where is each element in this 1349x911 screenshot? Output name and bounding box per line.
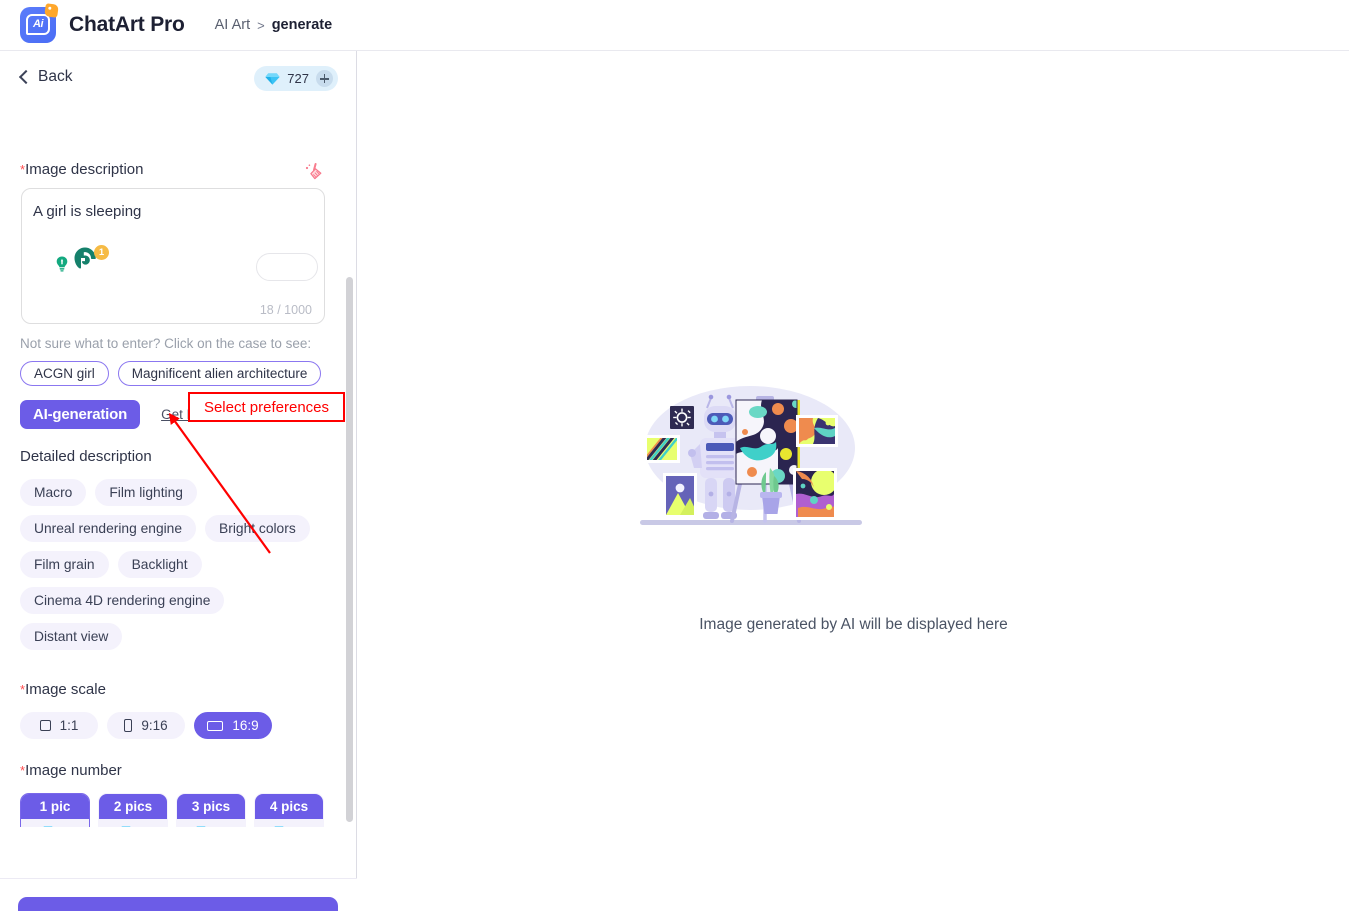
image-number-option-4[interactable]: 4 pics 19 (254, 793, 324, 827)
logo-tag-icon (44, 3, 59, 18)
grammar-issue-badge: 1 (94, 245, 109, 260)
case-chip-acgn-girl[interactable]: ACGN girl (20, 361, 109, 386)
hint-text: Not sure what to enter? Click on the cas… (20, 336, 312, 351)
square-icon (39, 720, 51, 731)
image-number-option-label: 4 pics (255, 794, 323, 819)
back-label: Back (38, 68, 73, 85)
breadcrumb-current: generate (271, 17, 333, 33)
image-number-option-cost: 14 (177, 819, 245, 827)
diamond-icon (119, 825, 134, 827)
preference-tag-distant-view[interactable]: Distant view (20, 623, 123, 650)
image-description-textarea[interactable]: A girl is sleeping 1 18 / 1000 (21, 188, 325, 324)
scale-option-16-9[interactable]: 16:9 (194, 712, 272, 739)
image-scale-options: 1:1 9:16 16:9 (20, 712, 272, 739)
image-number-option-cost: 9 (99, 819, 167, 827)
image-number-option-cost: 6 (21, 819, 89, 827)
credits-badge[interactable]: 727 (254, 66, 338, 91)
image-number-option-label: 2 pics (99, 794, 167, 819)
generation-sidebar: Back 727 *Image description A girl is sl… (0, 51, 357, 911)
image-description-label: *Image description (20, 161, 143, 179)
scale-option-label: 9:16 (141, 718, 168, 733)
chevron-left-icon (18, 72, 29, 83)
image-scale-label-text: Image scale (25, 681, 106, 698)
scale-option-label: 16:9 (232, 718, 259, 733)
image-scale-label: *Image scale (20, 681, 106, 699)
back-button[interactable]: Back (18, 68, 72, 86)
sidebar-scrollbar-thumb[interactable] (346, 277, 353, 822)
image-number-option-cost: 19 (255, 819, 323, 827)
cost-value: 6 (61, 824, 68, 827)
preference-tag-film-grain[interactable]: Film grain (20, 551, 109, 578)
case-chip-alien-architecture[interactable]: Magnificent alien architecture (117, 361, 322, 386)
scale-option-1-1[interactable]: 1:1 (20, 712, 98, 739)
preference-tag-backlight[interactable]: Backlight (117, 551, 202, 578)
app-logo: Ai (20, 3, 59, 43)
sidebar-top-row: Back 727 (18, 66, 338, 98)
image-description-value: A girl is sleeping (33, 203, 142, 220)
preference-tag-macro[interactable]: Macro (20, 479, 87, 506)
sidebar-footer: Generate (0, 878, 357, 911)
credits-count: 727 (287, 71, 309, 86)
image-number-option-label: 1 pic (21, 794, 89, 819)
preference-tag-film-lighting[interactable]: Film lighting (95, 479, 197, 506)
sidebar-scrollbar[interactable] (346, 51, 355, 827)
image-number-option-3[interactable]: 3 pics 14 (176, 793, 246, 827)
cost-value: 14 (214, 824, 228, 827)
diamond-icon (265, 72, 280, 85)
empty-state-text: Image generated by AI will be displayed … (699, 616, 1008, 633)
case-chip-list: ACGN girl Magnificent alien architecture (20, 361, 322, 386)
ai-generation-button[interactable]: AI-generation (20, 400, 141, 429)
broom-icon[interactable] (303, 161, 325, 188)
image-number-option-2[interactable]: 2 pics 9 (98, 793, 168, 827)
cost-value: 9 (139, 824, 146, 827)
breadcrumb: AI Art > generate (215, 17, 333, 33)
scale-option-label: 1:1 (59, 718, 79, 733)
diamond-icon (272, 825, 287, 827)
image-number-options: 1 pic 6 2 pics 9 (20, 793, 324, 827)
annotation-label: Select preferences (188, 392, 345, 422)
breadcrumb-separator-icon: > (257, 17, 265, 33)
image-number-option-1[interactable]: 1 pic 6 (20, 793, 90, 827)
cost-value: 19 (292, 824, 306, 827)
generate-button[interactable]: Generate (18, 897, 338, 911)
preference-tag-unreal-rendering-engine[interactable]: Unreal rendering engine (20, 515, 197, 542)
scale-option-9-16[interactable]: 9:16 (107, 712, 185, 739)
breadcrumb-root[interactable]: AI Art (215, 17, 250, 33)
logo-ai-text: Ai (33, 18, 44, 30)
diamond-icon (194, 825, 209, 827)
preference-tag-cinema-4d-rendering-engine[interactable]: Cinema 4D rendering engine (20, 587, 225, 614)
brand-name: ChatArt Pro (69, 13, 185, 36)
app-root: Ai ChatArt Pro AI Art > generate Back 72… (0, 0, 1349, 911)
writing-assistant-widget[interactable] (256, 253, 318, 281)
sidebar-scroll-area: Back 727 *Image description A girl is sl… (0, 51, 356, 827)
diamond-icon (41, 825, 56, 827)
image-description-label-text: Image description (25, 161, 144, 178)
detailed-description-label: Detailed description (20, 448, 152, 465)
app-header: Ai ChatArt Pro AI Art > generate (0, 0, 1349, 51)
image-number-label-text: Image number (25, 762, 122, 779)
add-credits-button[interactable] (316, 70, 333, 87)
robot-painting-easel-illustration (628, 376, 873, 536)
image-number-label: *Image number (20, 762, 122, 780)
landscape-icon (207, 720, 224, 731)
preview-panel: Image generated by AI will be displayed … (358, 51, 1349, 911)
character-counter: 18 / 1000 (259, 303, 312, 317)
preference-tag-list: Macro Film lighting Unreal rendering eng… (20, 479, 330, 650)
preference-tag-bright-colors[interactable]: Bright colors (205, 515, 310, 542)
portrait-icon (124, 719, 133, 732)
lightbulb-icon[interactable] (52, 254, 72, 279)
image-number-option-label: 3 pics (177, 794, 245, 819)
